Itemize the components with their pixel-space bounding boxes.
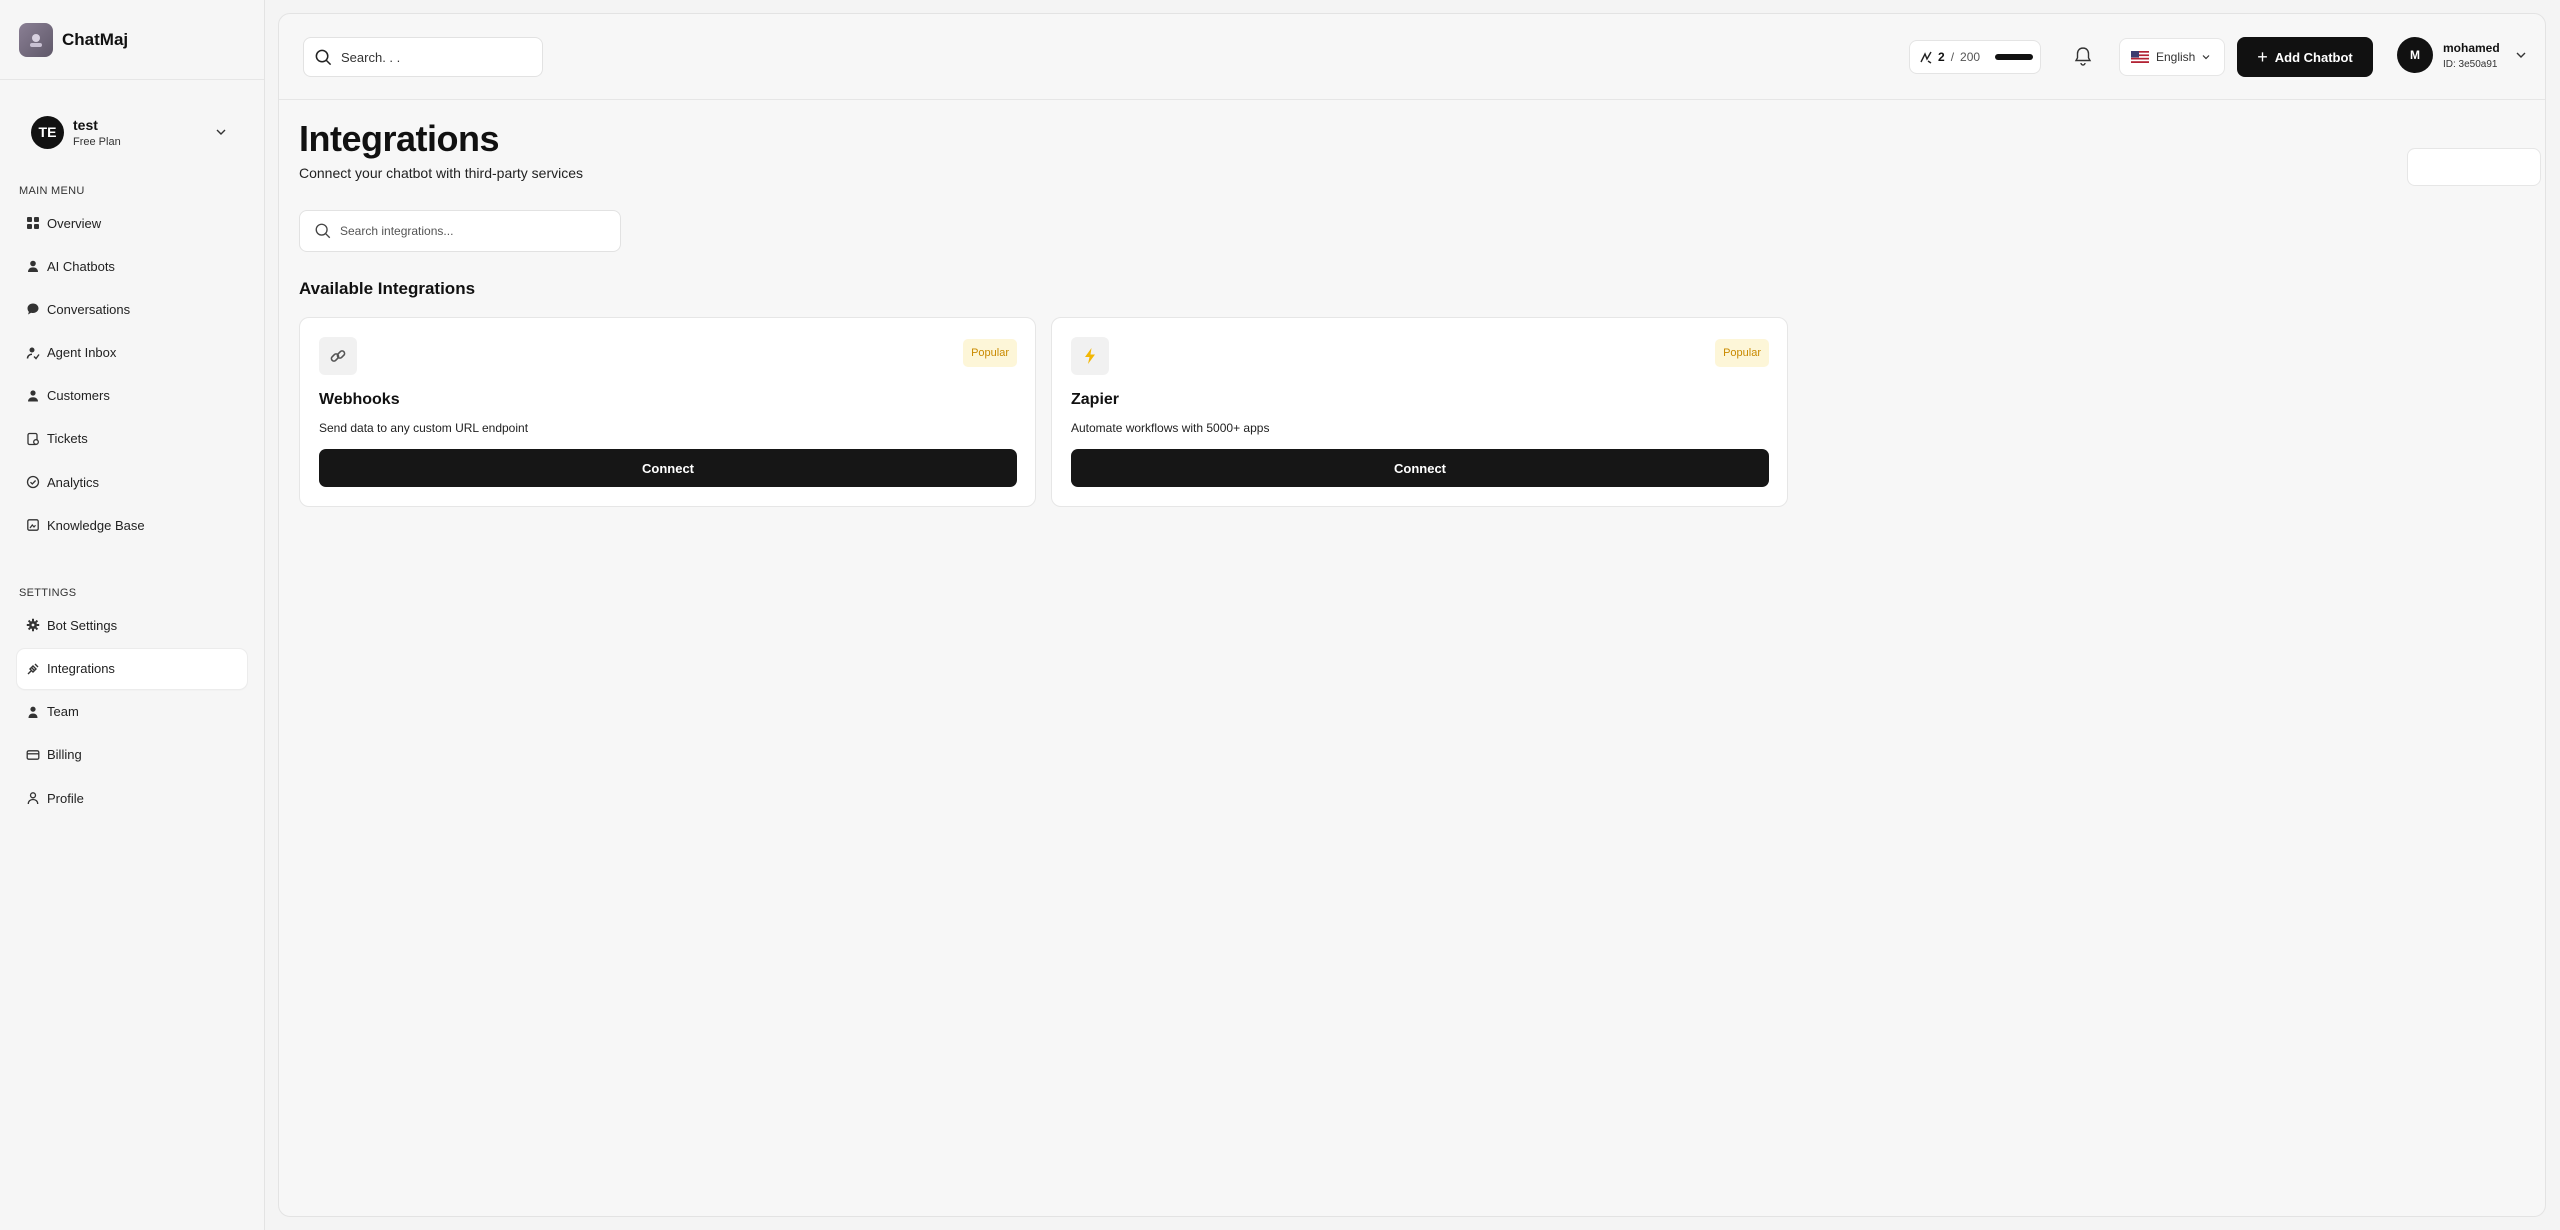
credits-icon (1920, 51, 1932, 64)
brand-logo-icon (19, 22, 53, 57)
sidebar-item-label: Team (47, 704, 79, 720)
sidebar-item-team[interactable]: Team (17, 692, 247, 732)
sidebar-item-ai-chatbots[interactable]: AI Chatbots (17, 246, 247, 286)
main-menu-label: MAIN MENU (19, 185, 85, 197)
user-id: ID: 3e50a91 (2443, 58, 2498, 70)
integrations-search-input[interactable] (340, 224, 620, 238)
integration-description: Automate workflows with 5000+ apps (1071, 421, 1270, 435)
brand[interactable]: ChatMaj (0, 0, 264, 80)
brand-name: ChatMaj (62, 29, 129, 49)
add-chatbot-button[interactable]: + Add Chatbot (2237, 37, 2373, 77)
book-icon (26, 518, 40, 532)
integration-name: Zapier (1071, 391, 1120, 408)
sidebar-item-label: Tickets (47, 431, 88, 447)
sidebar-item-label: AI Chatbots (47, 258, 115, 274)
plug-icon (26, 662, 40, 676)
sidebar-item-billing[interactable]: Billing (17, 735, 247, 775)
language-label: English (2156, 50, 2196, 64)
sidebar-item-tickets[interactable]: Tickets (17, 419, 247, 459)
credits-progress-bar (1995, 54, 2034, 60)
search-icon (315, 49, 332, 65)
card-icon (26, 748, 40, 762)
credits-separator: / (1950, 50, 1955, 64)
integration-card-webhooks: Popular Webhooks Send data to any custom… (299, 317, 1036, 507)
page-subtitle: Connect your chatbot with third-party se… (299, 165, 584, 181)
page-title: Integrations (299, 118, 500, 159)
user-menu[interactable]: M mohamed ID: 3e50a91 (2397, 37, 2528, 73)
ticket-icon (26, 432, 40, 446)
sidebar-item-agent-inbox[interactable]: Agent Inbox (17, 333, 247, 373)
profile-icon (26, 791, 40, 805)
agent-icon (26, 346, 40, 360)
integration-name: Webhooks (319, 391, 400, 408)
chevron-down-icon (2202, 55, 2210, 60)
sidebar: ChatMaj TE test Free Plan MAIN MENU Over… (0, 0, 265, 1230)
gear-icon (26, 618, 40, 632)
chat-bubble-icon (26, 302, 40, 316)
integrations-search[interactable] (299, 210, 621, 252)
workspace-avatar: TE (31, 115, 64, 149)
workspace-plan: Free Plan (73, 135, 121, 148)
credits-indicator[interactable]: 2 / 200 (1909, 40, 2041, 74)
person-icon (26, 259, 40, 273)
chart-check-icon (26, 475, 40, 489)
connect-button[interactable]: Connect (1071, 449, 1769, 487)
sidebar-item-overview[interactable]: Overview (17, 203, 247, 243)
sidebar-item-label: Knowledge Base (47, 517, 145, 533)
sidebar-item-analytics[interactable]: Analytics (17, 462, 247, 502)
add-chatbot-label: Add Chatbot (2274, 49, 2353, 65)
link-icon (319, 337, 357, 375)
popular-badge: Popular (963, 339, 1017, 367)
sidebar-item-label: Analytics (47, 474, 100, 490)
settings-label: SETTINGS (19, 587, 77, 600)
users-icon (26, 389, 40, 403)
popular-badge: Popular (1715, 339, 1769, 367)
sidebar-item-label: Conversations (47, 301, 131, 317)
sidebar-item-customers[interactable]: Customers (17, 376, 247, 416)
bell-icon[interactable] (2072, 45, 2094, 67)
user-avatar: M (2397, 37, 2433, 73)
user-name: mohamed (2443, 40, 2500, 55)
workspace-name: test (73, 116, 98, 133)
grid-icon (26, 216, 40, 230)
us-flag-icon (2131, 51, 2149, 63)
sidebar-item-label: Integrations (47, 661, 115, 676)
sidebar-item-label: Billing (47, 747, 82, 763)
language-selector[interactable]: English (2119, 38, 2225, 76)
header-action-button[interactable] (2407, 148, 2541, 186)
chevron-down-icon[interactable] (2514, 48, 2528, 62)
connect-button[interactable]: Connect (319, 449, 1017, 487)
sidebar-item-label: Customers (47, 388, 110, 404)
settings-menu: Bot Settings Integrations Team Billing P… (0, 605, 264, 818)
section-title: Available Integrations (299, 279, 476, 298)
sidebar-item-integrations[interactable]: Integrations (17, 648, 247, 689)
workspace-switcher[interactable]: TE test Free Plan (0, 80, 264, 184)
main-panel: 2 / 200 English + Add Chatbot M mohamed … (278, 13, 2546, 1217)
search-input[interactable] (341, 49, 531, 65)
sidebar-item-label: Overview (47, 215, 102, 231)
sidebar-item-label: Agent Inbox (47, 345, 117, 361)
plus-icon: + (2257, 47, 2268, 67)
sidebar-item-profile[interactable]: Profile (17, 778, 247, 818)
topbar: 2 / 200 English + Add Chatbot M mohamed … (279, 14, 2545, 100)
search-icon (315, 223, 331, 239)
sidebar-item-conversations[interactable]: Conversations (17, 289, 247, 329)
credits-total: 200 (1960, 50, 1981, 64)
credits-used: 2 (1938, 50, 1945, 64)
team-icon (26, 705, 40, 719)
sidebar-item-bot-settings[interactable]: Bot Settings (17, 605, 247, 645)
sidebar-item-knowledge-base[interactable]: Knowledge Base (17, 505, 247, 545)
sidebar-item-label: Profile (47, 790, 84, 806)
chevron-down-icon[interactable] (214, 125, 228, 139)
sidebar-item-label: Bot Settings (47, 617, 118, 633)
global-search[interactable] (303, 37, 543, 77)
integration-card-zapier: Popular Zapier Automate workflows with 5… (1051, 317, 1788, 507)
lightning-icon (1071, 337, 1109, 375)
main-menu: Overview AI Chatbots Conversations Agent… (0, 203, 264, 545)
integration-description: Send data to any custom URL endpoint (319, 421, 529, 435)
